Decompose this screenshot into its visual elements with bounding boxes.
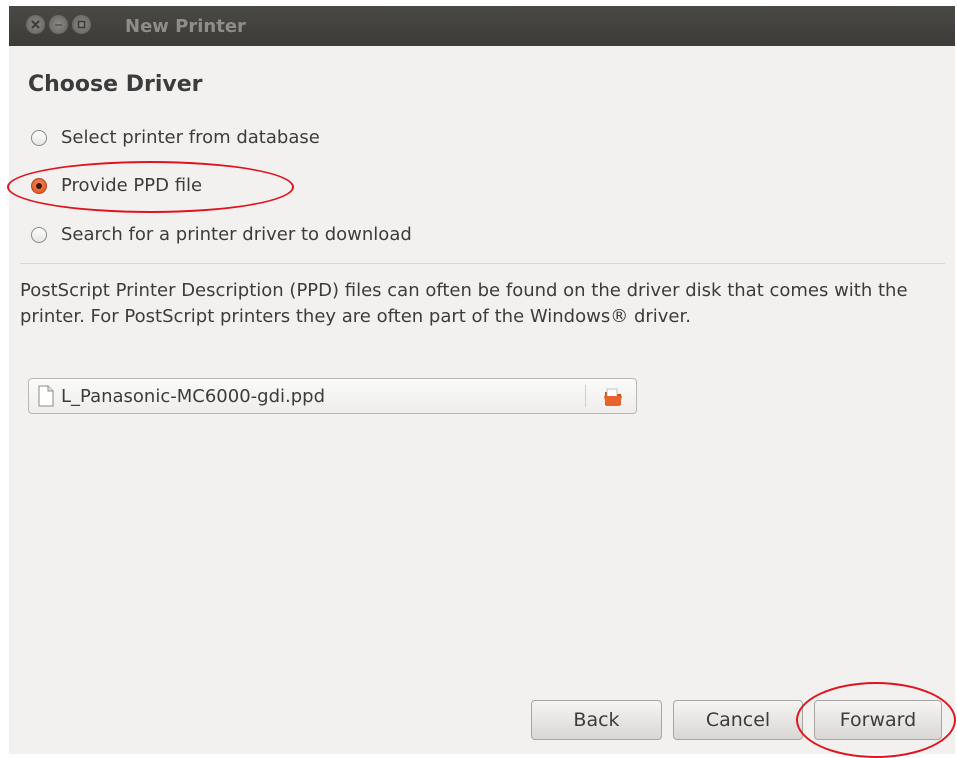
radio-select-from-database[interactable]: Select printer from database: [31, 127, 320, 148]
new-printer-dialog: New Printer Choose Driver Select printer…: [9, 6, 955, 754]
file-chooser-divider: [585, 385, 586, 407]
ppd-description-text: PostScript Printer Description (PPD) fil…: [20, 280, 908, 327]
separator: [20, 263, 945, 264]
minimize-icon: [55, 24, 62, 26]
maximize-window-button[interactable]: [72, 15, 91, 34]
radio-label: Select printer from database: [61, 127, 320, 148]
document-icon: [38, 385, 54, 407]
radio-search-driver-download[interactable]: Search for a printer driver to download: [31, 224, 412, 245]
minimize-window-button[interactable]: [49, 15, 68, 34]
cancel-button[interactable]: Cancel: [673, 700, 803, 740]
radio-button[interactable]: [31, 129, 47, 146]
title-bar[interactable]: New Printer: [9, 6, 955, 46]
radio-button-selected[interactable]: [31, 177, 47, 194]
radio-provide-ppd-file[interactable]: Provide PPD file: [31, 175, 202, 196]
radio-button[interactable]: [31, 226, 47, 243]
forward-button[interactable]: Forward: [814, 700, 942, 740]
radio-label: Provide PPD file: [61, 175, 203, 196]
folder-open-icon[interactable]: [602, 386, 624, 408]
back-button[interactable]: Back: [531, 700, 662, 740]
maximize-icon: [77, 20, 86, 29]
ppd-file-chooser-button[interactable]: L_Panasonic-MC6000-gdi.ppd: [28, 378, 637, 414]
close-icon: [31, 20, 40, 29]
selected-file-name: L_Panasonic-MC6000-gdi.ppd: [61, 385, 325, 407]
radio-label: Search for a printer driver to download: [61, 224, 412, 245]
window-title: New Printer: [125, 16, 246, 37]
page-title: Choose Driver: [28, 72, 203, 97]
close-window-button[interactable]: [26, 15, 45, 34]
